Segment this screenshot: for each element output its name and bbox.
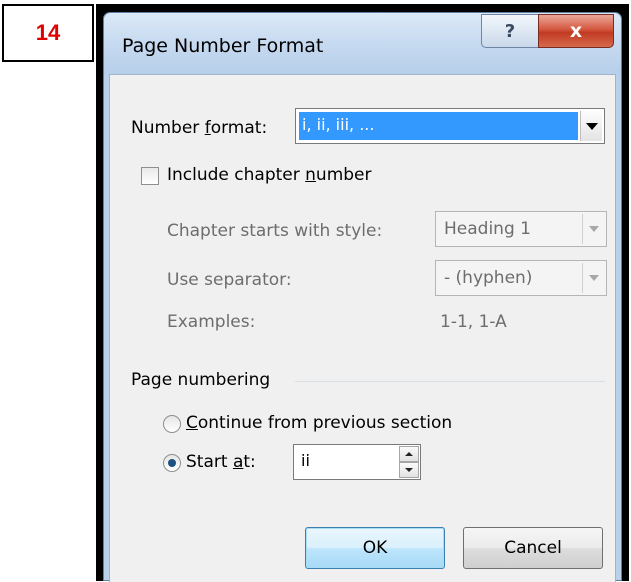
dialog-title: Page Number Format [122,35,324,57]
close-icon: x [569,20,583,42]
ok-button[interactable]: OK [305,527,445,569]
separator-label: Use separator: [167,270,292,290]
separator-value: - (hyphen) [444,268,533,288]
title-bar[interactable]: Page Number Format ? x [104,13,621,74]
chevron-down-icon[interactable] [580,111,602,141]
examples-label: Examples: [167,312,256,332]
examples-value: 1-1, 1-A [440,312,507,332]
help-button[interactable]: ? [481,14,539,48]
start-at-label[interactable]: Start at: [186,452,256,472]
chevron-down-icon[interactable] [582,214,604,244]
continue-from-previous-radio[interactable] [163,415,181,433]
include-chapter-number-checkbox[interactable] [141,167,159,185]
start-at-value[interactable]: ii [301,451,310,470]
separator-select[interactable]: - (hyphen) [435,260,607,296]
cancel-button[interactable]: Cancel [463,527,603,569]
chevron-down-icon[interactable] [582,263,604,293]
include-chapter-number-label[interactable]: Include chapter number [167,165,372,185]
decrement-button[interactable] [399,462,419,478]
help-icon: ? [504,20,516,42]
start-at-stepper[interactable]: ii [293,444,421,480]
page-numbering-group-label: Page numbering [131,370,271,390]
dialog-body: Number format: i, ii, iii, ... Include c… [109,74,616,582]
number-format-value: i, ii, iii, ... [299,112,578,140]
step-number-badge: 14 [2,4,94,62]
chapter-style-select[interactable]: Heading 1 [435,211,607,247]
page-number-format-dialog: Page Number Format ? x Number format: i,… [103,12,622,582]
chevron-down-icon [405,468,413,472]
chapter-style-label: Chapter starts with style: [167,221,383,241]
chapter-style-value: Heading 1 [444,219,531,239]
close-button[interactable]: x [538,14,614,48]
number-format-label: Number format: [131,118,268,138]
number-format-select[interactable]: i, ii, iii, ... [295,108,605,144]
start-at-radio[interactable] [163,454,181,472]
continue-from-previous-label[interactable]: Continue from previous section [186,413,452,433]
increment-button[interactable] [399,446,419,462]
group-divider [295,381,605,382]
chevron-up-icon [405,452,413,456]
